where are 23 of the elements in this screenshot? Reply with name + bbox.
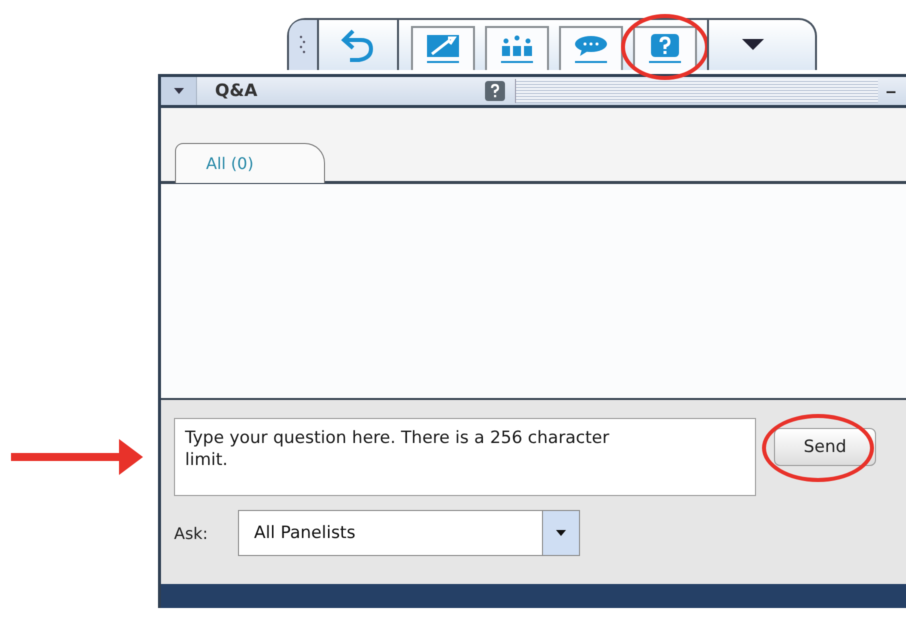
undo-arrow-icon	[341, 27, 375, 63]
grip-button[interactable]	[289, 20, 319, 70]
caret-down-icon	[174, 88, 184, 94]
question-field[interactable]: Type your question here. There is a 256 character limit.	[174, 418, 756, 496]
speech-bubble-icon	[574, 34, 608, 64]
ask-label: Ask:	[174, 524, 209, 542]
minimize-button[interactable]: –	[878, 80, 896, 102]
recipient-dropdown[interactable]: All Panelists	[238, 510, 580, 556]
people-icon	[500, 34, 534, 64]
speech-bubble-button[interactable]	[559, 26, 623, 70]
question-mark-button[interactable]	[633, 26, 697, 70]
help-button[interactable]	[485, 81, 505, 101]
caret-down-icon	[556, 530, 566, 536]
caret-down-icon	[742, 39, 764, 51]
send-button[interactable]: Send	[774, 428, 876, 466]
wrench-button[interactable]	[411, 26, 475, 70]
panel-menu-button[interactable]	[161, 77, 197, 105]
question-mark-icon	[485, 81, 505, 101]
tab[interactable]: All (0)	[175, 143, 325, 183]
question-mark-icon	[648, 34, 682, 64]
panel-title: Q&A	[215, 81, 258, 101]
people-button[interactable]	[485, 26, 549, 70]
wrench-icon	[426, 34, 460, 64]
